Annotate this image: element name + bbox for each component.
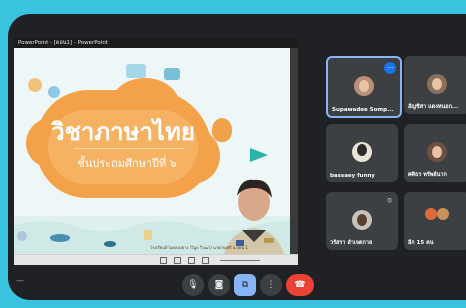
camera-icon[interactable]: ◙ [208, 274, 230, 296]
avatar [437, 208, 449, 220]
mic-off-icon: ⦸ [387, 196, 392, 204]
ppt-window-title: PowerPoint - [ดอน1] - PowerPoint [18, 40, 108, 46]
avatar [427, 74, 447, 94]
avatar [354, 76, 374, 96]
participant-tile[interactable]: bassaey funny [326, 124, 398, 182]
participant-tile[interactable]: ⦸ วรัสรา ลำเจตกาล [326, 192, 398, 250]
avatar [352, 210, 372, 230]
title-divider [74, 148, 184, 149]
presenter-video [214, 172, 290, 254]
avatar [425, 208, 437, 220]
microphone-icon[interactable]: 🎙 [182, 274, 204, 296]
shared-screen: PowerPoint - [ดอน1] - PowerPoint วิชาภาษ… [14, 38, 298, 265]
avatar [352, 142, 372, 162]
participant-tile-more[interactable]: อีก 15 คน [404, 192, 466, 250]
slide-subtitle: ชั้นประถมศึกษาปีที่ ๖ [77, 157, 177, 170]
participant-name: Supawadee Somp... [332, 107, 394, 113]
ppt-scrollbar[interactable] [290, 48, 298, 254]
deco-person2-icon [48, 86, 60, 98]
reading-view-icon[interactable] [188, 257, 195, 264]
zoom-icon[interactable] [220, 260, 260, 261]
avatar [427, 142, 447, 162]
more-options-icon[interactable]: ··· [384, 62, 396, 74]
deco-camera-icon [164, 68, 180, 80]
balloon-icon [212, 118, 232, 142]
participant-name: ศศิธร ทรัพย์นาก [408, 172, 447, 178]
ppt-statusbar [14, 254, 298, 265]
meet-window: PowerPoint - [ดอน1] - PowerPoint วิชาภาษ… [8, 14, 466, 300]
participant-tile[interactable]: ศศิธร ทรัพย์นาก [404, 124, 466, 182]
slide-title: วิชาภาษาไทย [51, 118, 195, 146]
deco-picture-icon [126, 64, 146, 78]
sorter-view-icon[interactable] [174, 257, 181, 264]
deco-person-icon [28, 78, 42, 92]
meeting-details-indicator: — [16, 276, 24, 285]
ppt-titlebar: PowerPoint - [ดอน1] - PowerPoint [14, 38, 298, 48]
slideshow-view-icon[interactable] [202, 257, 209, 264]
paper-plane-icon [250, 148, 268, 162]
participant-tile[interactable]: อัญชิสา แดงหนอก... [404, 56, 466, 114]
more-participants-avatars [423, 208, 451, 228]
slide: วิชาภาษาไทย ชั้นประถมศึกษาปีที่ ๖ โรงเรี… [14, 48, 290, 254]
normal-view-icon[interactable] [160, 257, 167, 264]
participant-name: อัญชิสา แดงหนอก... [408, 104, 459, 110]
more-vert-icon[interactable]: ⋮ [260, 274, 282, 296]
participant-name: อีก 15 คน [408, 240, 434, 246]
participant-tile[interactable]: ··· Supawadee Somp... [326, 56, 402, 118]
participant-name: วรัสรา ลำเจตกาล [330, 240, 373, 246]
present-screen-icon[interactable]: ⧉ [234, 274, 256, 296]
slide-credit: โรงเรียนบ้านคลองยาง (วิมูล วิวฒา) นายกรุ… [150, 245, 248, 250]
participant-name: bassaey funny [330, 173, 375, 179]
end-call-icon[interactable]: ☎ [286, 274, 314, 296]
